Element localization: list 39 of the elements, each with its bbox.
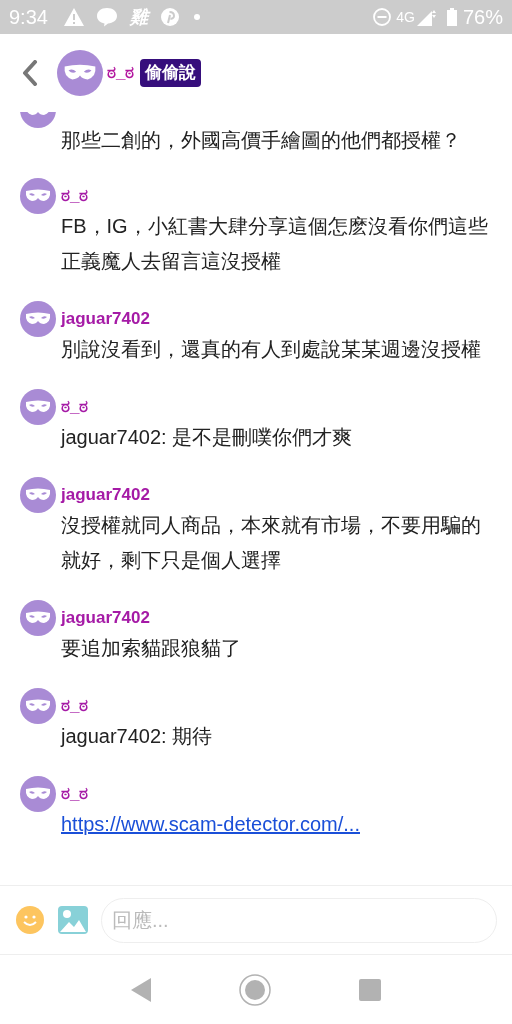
pin-circle-icon	[159, 7, 180, 27]
message-text: 要追加索貓跟狼貓了	[61, 636, 242, 661]
mask-avatar-icon	[20, 776, 56, 812]
message-text: 那些二創的，外國高價手繪圖的他們都授權？	[61, 128, 462, 153]
user-name: ಠ_ಠ	[61, 185, 89, 207]
signal-icon	[416, 8, 437, 26]
user-name: ಠ_ಠ	[61, 695, 89, 717]
mask-avatar-icon	[20, 178, 56, 214]
user-name: ಠ_ಠ	[61, 396, 89, 418]
mask-avatar-icon	[20, 301, 56, 337]
back-triangle-icon[interactable]	[131, 977, 151, 1002]
message-text: jaguar7402: 期待	[61, 724, 214, 749]
home-circle-icon[interactable]	[239, 973, 271, 1006]
reply-field[interactable]: 回應...	[101, 897, 497, 943]
mask-avatar-icon	[20, 389, 56, 425]
user-name: jaguar7402	[61, 308, 150, 330]
mask-avatar-icon	[20, 477, 56, 513]
user-name: jaguar7402	[61, 607, 150, 629]
smiley-icon[interactable]	[15, 905, 45, 935]
chat-bubble-icon	[95, 7, 118, 27]
message-text: FB，IG，小紅書大肆分享這個怎麽沒看你們這些正義魔人去留言這沒授權	[61, 214, 489, 274]
back-chevron-icon	[22, 60, 38, 86]
anonymous-badge: 偷偷說	[140, 59, 202, 87]
user-name: jaguar7402	[61, 484, 150, 506]
message-text: 沒授權就同人商品，本來就有市場，不要用騙的就好，剩下只是個人選擇	[61, 513, 482, 573]
battery-icon	[446, 8, 457, 26]
message-text: 別說沒看到，還真的有人到處說某某週邊沒授權	[61, 337, 482, 362]
message-link[interactable]: https://www.scam-detector.com/...	[61, 807, 360, 842]
user-name: ಠ_ಠ	[61, 783, 89, 805]
user-name: ಠ_ಠ	[107, 62, 135, 85]
mask-avatar-icon	[57, 50, 103, 96]
do-not-disturb-icon	[373, 8, 392, 26]
recents-square-icon[interactable]	[359, 978, 381, 1001]
mask-avatar-icon	[20, 688, 56, 724]
dot-icon	[193, 14, 200, 20]
message-text: jaguar7402: 是不是刪噗你們才爽	[61, 425, 354, 450]
warning-icon	[63, 8, 84, 26]
image-icon[interactable]	[58, 906, 88, 934]
mask-avatar-icon	[20, 600, 56, 636]
